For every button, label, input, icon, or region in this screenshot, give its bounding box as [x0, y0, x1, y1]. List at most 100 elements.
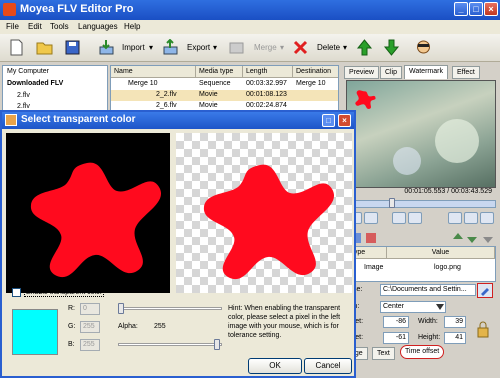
alpha-slider[interactable]: [118, 343, 222, 346]
video-preview: [346, 80, 496, 188]
table-cell-destination: Merge 10: [296, 80, 326, 87]
tab-clip[interactable]: Clip: [380, 66, 403, 79]
table-cell-type: Sequence: [199, 80, 231, 87]
tree-downloaded-flv[interactable]: Downloaded FLV: [7, 80, 63, 87]
tolerance-slider-thumb[interactable]: [118, 303, 124, 314]
g-value-field: 255: [80, 321, 100, 333]
stop-button[interactable]: [364, 212, 378, 224]
logo-image-preview: [203, 164, 335, 280]
selected-color-swatch: [12, 309, 58, 355]
select-transparent-color-dialog: Select transparent color □ × Enable tran…: [0, 110, 356, 378]
reorder-arrows-icon[interactable]: [452, 232, 494, 244]
dialog-title: Select transparent color: [21, 114, 136, 125]
y-offset-input[interactable]: -61: [383, 332, 409, 344]
column-header-media-type[interactable]: Media type: [196, 66, 243, 78]
table-cell-name[interactable]: Merge 10: [125, 79, 161, 90]
cancel-button[interactable]: Cancel: [304, 358, 352, 374]
height-input[interactable]: 41: [444, 332, 466, 344]
main-title-bar: Moyea FLV Editor Pro _ □ ×: [0, 0, 500, 20]
folder-tree: My Computer Downloaded FLV 2.flv 2.flv: [2, 65, 108, 115]
toolbar: Import ▾ Export ▾ Merge ▾ Delete ▾: [0, 34, 500, 62]
maximize-button[interactable]: □: [469, 2, 483, 16]
open-folder-icon[interactable]: [36, 39, 53, 56]
menu-languages[interactable]: Languages: [78, 22, 118, 31]
seek-thumb[interactable]: [389, 198, 395, 208]
import-button[interactable]: Import: [122, 43, 145, 52]
import-icon[interactable]: [98, 39, 115, 56]
tolerance-slider[interactable]: [118, 307, 222, 310]
lock-aspect-icon[interactable]: [476, 320, 490, 340]
playback-controls: [346, 212, 496, 228]
column-header-value: Value: [387, 247, 495, 259]
help-character-icon[interactable]: [415, 39, 432, 56]
close-button[interactable]: ×: [484, 2, 498, 16]
dialog-close-button[interactable]: ×: [338, 114, 351, 127]
enable-transparent-checkbox[interactable]: [12, 288, 21, 297]
table-cell-type: Movie: [199, 91, 218, 98]
hint-text: Hint: When enabling the transparent colo…: [228, 305, 341, 339]
tab-time-offset[interactable]: Time offset: [400, 345, 445, 359]
watermark-file-path-field[interactable]: C:\Documents and Settin...: [380, 284, 476, 296]
fullscreen-button[interactable]: [464, 212, 478, 224]
logo-image-original: [30, 162, 162, 278]
width-label: Width:: [418, 318, 438, 325]
tree-file[interactable]: 2.flv: [17, 92, 30, 99]
tolerance-label: Tolerance:: [118, 287, 151, 294]
table-cell-value[interactable]: logo.png: [431, 263, 464, 274]
save-icon[interactable]: [64, 39, 81, 56]
width-input[interactable]: 39: [444, 316, 466, 328]
minimize-button[interactable]: _: [454, 2, 468, 16]
menu-file[interactable]: File: [6, 22, 19, 31]
column-header-name[interactable]: Name: [111, 66, 196, 78]
tab-watermark[interactable]: Watermark: [404, 65, 448, 79]
height-label: Height:: [418, 334, 441, 341]
enable-transparent-label[interactable]: Enable transparent color: [24, 288, 105, 297]
source-image-canvas[interactable]: [6, 133, 170, 293]
seek-bar[interactable]: [346, 198, 496, 208]
alpha-value: 255: [154, 323, 166, 330]
table-cell-name[interactable]: 2_2.flv: [153, 90, 180, 101]
next-frame-button[interactable]: [408, 212, 422, 224]
result-image-canvas: [176, 133, 352, 293]
menu-help[interactable]: Help: [124, 22, 140, 31]
export-icon[interactable]: [162, 39, 179, 56]
export-button[interactable]: Export: [187, 43, 210, 52]
menu-edit[interactable]: Edit: [28, 22, 42, 31]
color-picker-icon[interactable]: [477, 283, 493, 298]
prev-frame-button[interactable]: [392, 212, 406, 224]
move-up-arrow-icon[interactable]: [356, 39, 373, 56]
tolerance-value: 0: [154, 287, 158, 294]
tab-effect[interactable]: Effect: [452, 66, 480, 79]
menu-bar: File Edit Tools Languages Help: [0, 20, 500, 34]
chevron-down-icon[interactable]: [436, 304, 444, 310]
menu-tools[interactable]: Tools: [50, 22, 69, 31]
tree-my-computer[interactable]: My Computer: [7, 68, 49, 75]
move-down-arrow-icon[interactable]: [383, 39, 400, 56]
watermark-type-tabs: age Text Time offset: [346, 345, 496, 361]
table-cell-type[interactable]: Image: [361, 263, 386, 274]
g-label: G:: [68, 323, 76, 330]
dialog-minimize-button[interactable]: □: [322, 114, 335, 127]
merge-button[interactable]: Merge: [254, 43, 277, 52]
tree-file[interactable]: 2.flv: [17, 103, 30, 110]
watermark-logo-preview: [355, 90, 479, 175]
r-label: R:: [68, 305, 75, 312]
settings-button[interactable]: [480, 212, 494, 224]
column-header-length[interactable]: Length: [243, 66, 293, 78]
new-file-icon[interactable]: [8, 39, 25, 56]
x-offset-input[interactable]: -86: [383, 316, 409, 328]
watermark-list: Type Value Image logo.png: [346, 246, 496, 282]
window-title: Moyea FLV Editor Pro: [20, 3, 134, 15]
tab-text[interactable]: Text: [372, 347, 395, 360]
snapshot-button[interactable]: [448, 212, 462, 224]
column-header-destination[interactable]: Destination: [293, 66, 338, 78]
delete-button[interactable]: Delete: [317, 43, 340, 52]
b-value-field: 255: [80, 339, 100, 351]
table-cell-length: 00:01:08.123: [246, 91, 287, 98]
timecode-readout: 00:01:05.553 / 00:03:43.529: [404, 188, 492, 195]
tab-preview[interactable]: Preview: [344, 66, 379, 79]
alpha-slider-thumb[interactable]: [214, 339, 220, 350]
delete-x-icon[interactable]: [292, 39, 309, 56]
b-label: B:: [68, 341, 75, 348]
ok-button[interactable]: OK: [248, 358, 302, 374]
